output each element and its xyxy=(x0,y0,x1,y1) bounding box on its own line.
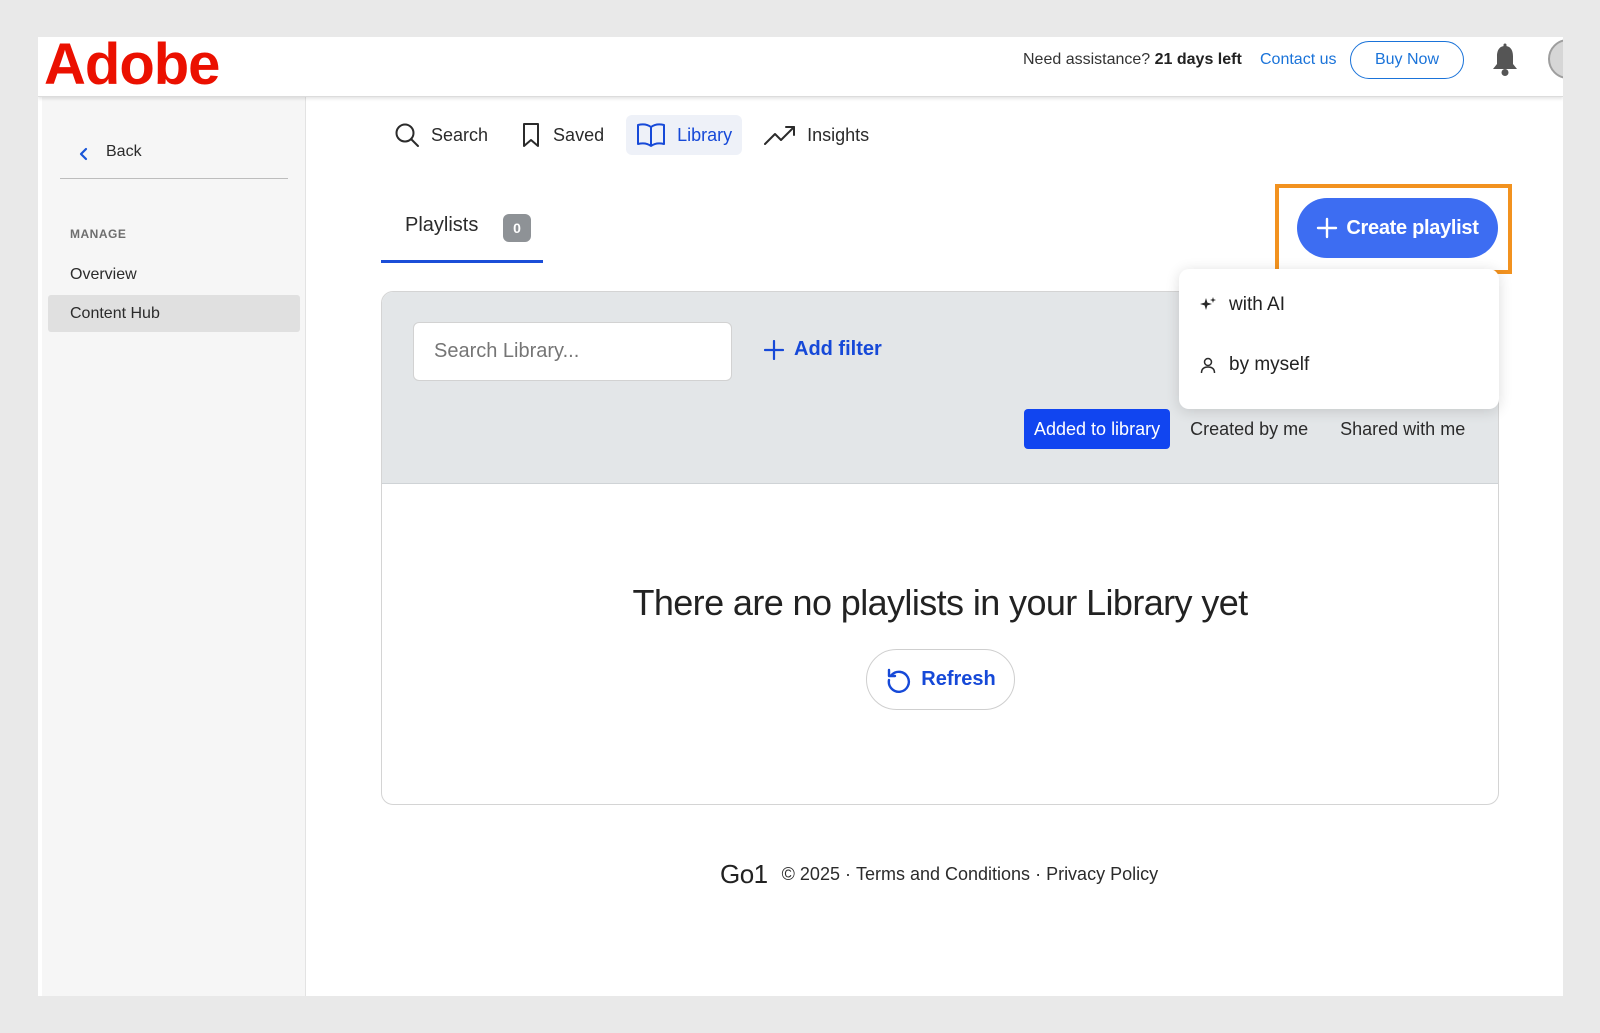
main-nav: Search Saved Library Insights xyxy=(384,115,891,155)
nav-insights[interactable]: Insights xyxy=(754,115,879,155)
playlist-count-badge: 0 xyxy=(503,214,531,242)
assistance-text: Need assistance? 21 days left xyxy=(1023,50,1242,70)
privacy-link[interactable]: Privacy Policy xyxy=(1046,864,1158,885)
plus-icon xyxy=(764,339,784,360)
back-label: Back xyxy=(106,143,142,160)
tab-playlists-label: Playlists xyxy=(405,214,479,236)
nav-library-label: Library xyxy=(677,124,733,145)
nav-saved-label: Saved xyxy=(553,124,605,145)
sidebar: Back MANAGE Overview Content Hub xyxy=(42,97,306,996)
nav-search[interactable]: Search xyxy=(384,115,498,155)
footer-separator: · xyxy=(1035,864,1042,884)
terms-link[interactable]: Terms and Conditions xyxy=(856,864,1030,885)
refresh-label: Refresh xyxy=(921,668,996,690)
create-playlist-label: Create playlist xyxy=(1346,216,1479,239)
nav-library[interactable]: Library xyxy=(626,115,743,155)
trial-days-left: 21 days left xyxy=(1154,51,1242,68)
nav-search-label: Search xyxy=(431,124,489,145)
sidebar-item-overview[interactable]: Overview xyxy=(48,256,300,293)
plus-icon xyxy=(1317,217,1338,239)
library-search-input[interactable] xyxy=(413,322,732,381)
buy-now-button[interactable]: Buy Now xyxy=(1350,41,1464,79)
tab-created-by-me[interactable]: Created by me xyxy=(1176,409,1322,449)
menu-item-by-myself-label: by myself xyxy=(1229,354,1310,375)
bell-icon[interactable] xyxy=(1490,43,1520,77)
assistance-label: Need assistance? xyxy=(1023,51,1151,68)
back-button[interactable]: Back xyxy=(60,141,288,179)
menu-item-with-ai-label: with AI xyxy=(1229,294,1285,315)
nav-insights-label: Insights xyxy=(807,124,870,145)
trending-up-icon xyxy=(764,126,796,145)
create-playlist-button[interactable]: Create playlist xyxy=(1297,198,1498,258)
contact-us-link[interactable]: Contact us xyxy=(1260,50,1336,70)
add-filter-label: Add filter xyxy=(794,338,882,360)
menu-item-by-myself[interactable]: by myself xyxy=(1199,354,1309,376)
search-icon xyxy=(395,123,419,147)
adobe-logo[interactable]: Adobe xyxy=(44,37,220,96)
empty-state-message: There are no playlists in your Library y… xyxy=(632,582,1248,623)
footer: Go1 © 2025 · Terms and Conditions · Priv… xyxy=(720,859,1158,890)
copyright-text: © 2025 xyxy=(781,864,840,884)
avatar[interactable] xyxy=(1548,39,1563,79)
tab-playlists[interactable]: Playlists 0 xyxy=(381,213,543,263)
chevron-left-icon xyxy=(79,147,88,161)
nav-saved[interactable]: Saved xyxy=(510,115,614,155)
top-bar: Adobe Need assistance? 21 days left Cont… xyxy=(38,37,1563,97)
go1-logo: Go1 xyxy=(720,859,768,889)
person-icon xyxy=(1200,357,1216,374)
footer-separator: · xyxy=(844,864,851,884)
book-icon xyxy=(637,123,666,147)
add-filter-button[interactable]: Add filter xyxy=(764,338,882,361)
tab-added-to-library[interactable]: Added to library xyxy=(1024,409,1171,449)
sidebar-item-content-hub[interactable]: Content Hub xyxy=(48,295,300,332)
library-scope-tabs: Added to library Created by me Shared wi… xyxy=(1024,409,1483,449)
sparkle-icon xyxy=(1200,297,1216,310)
refresh-button[interactable]: Refresh xyxy=(866,649,1015,710)
menu-item-with-ai[interactable]: with AI xyxy=(1199,294,1285,316)
manage-section-title: MANAGE xyxy=(70,227,127,241)
tab-shared-with-me[interactable]: Shared with me xyxy=(1326,409,1479,449)
bookmark-icon xyxy=(523,123,540,147)
create-playlist-menu: with AI by myself xyxy=(1179,269,1499,409)
refresh-icon xyxy=(887,668,911,693)
app-frame: Adobe Need assistance? 21 days left Cont… xyxy=(38,37,1563,996)
